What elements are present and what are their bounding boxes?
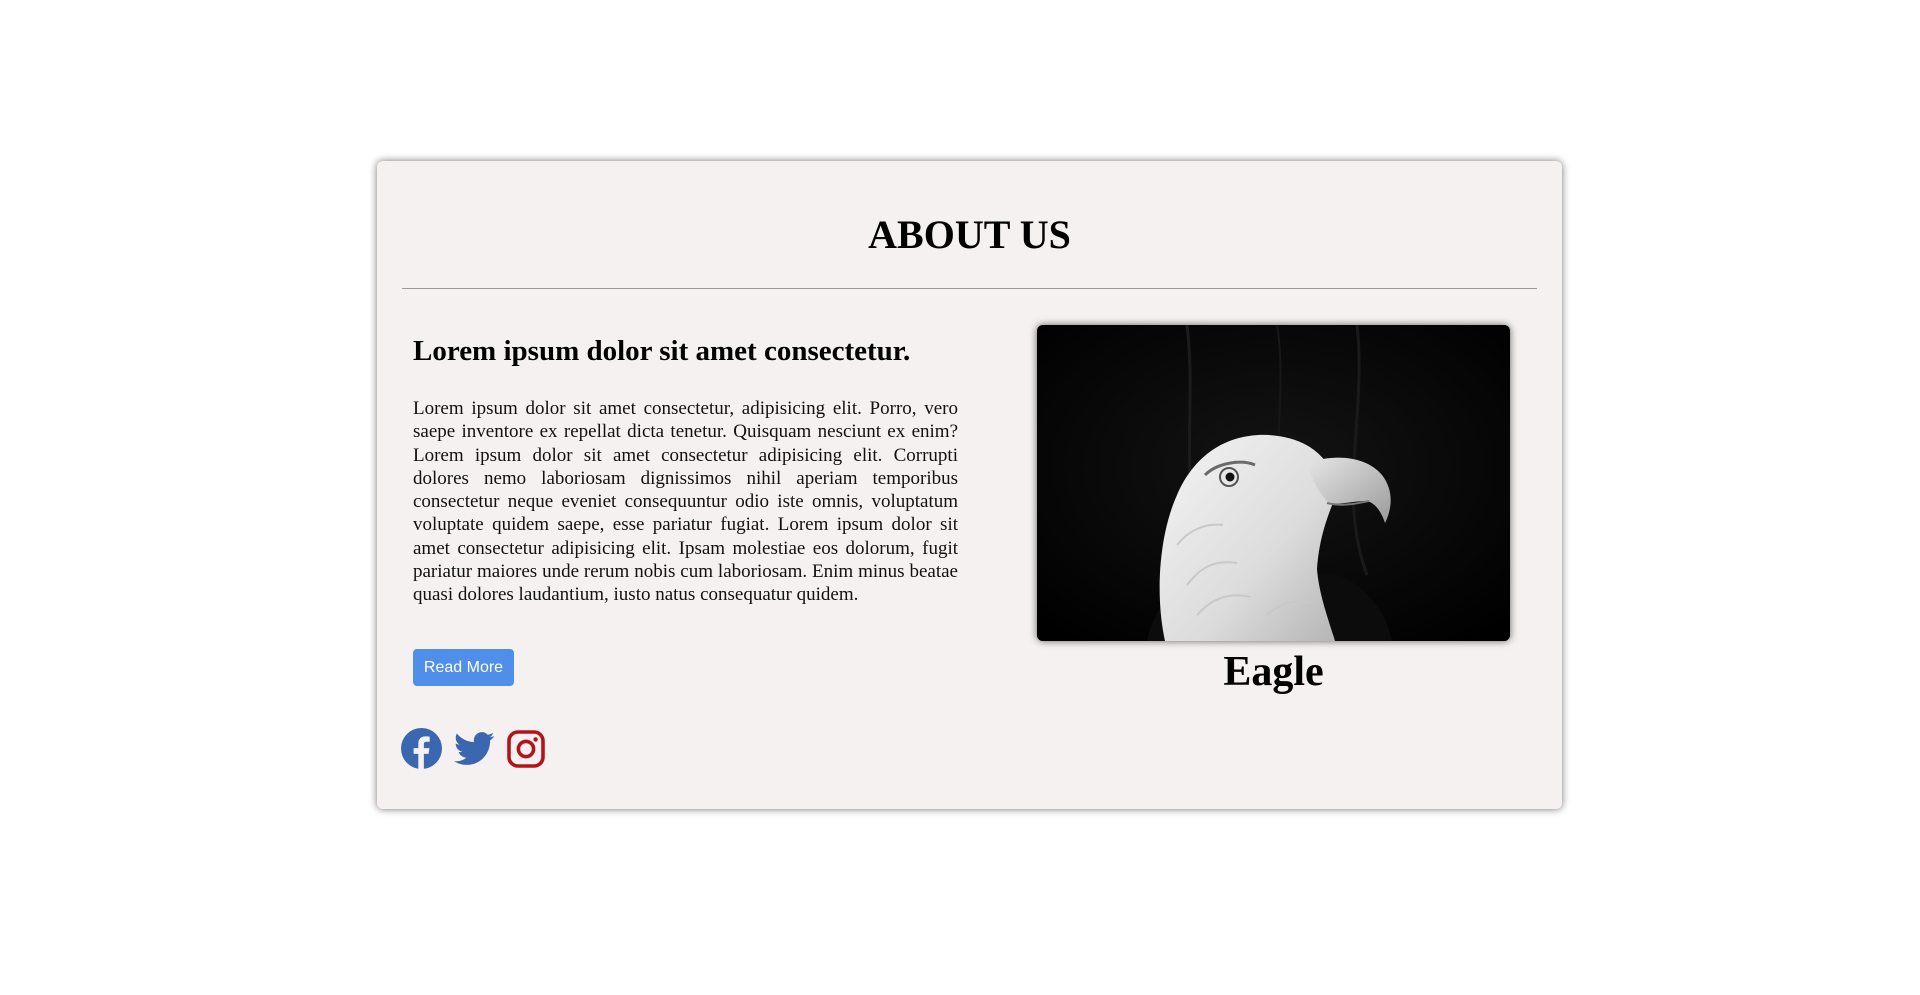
eagle-image: [1037, 325, 1510, 641]
social-links: [401, 728, 545, 769]
facebook-icon: [401, 728, 442, 769]
divider: [402, 288, 1537, 289]
twitter-icon: [454, 731, 495, 765]
read-more-button[interactable]: Read More: [413, 649, 514, 686]
twitter-link[interactable]: [454, 731, 495, 767]
about-card: ABOUT US Lorem ipsum dolor sit amet cons…: [377, 161, 1562, 809]
instagram-link[interactable]: [507, 729, 545, 768]
eagle-illustration: [1037, 325, 1510, 641]
image-caption: Eagle: [1223, 649, 1324, 695]
instagram-icon: [507, 729, 545, 768]
section-heading: Lorem ipsum dolor sit amet consectetur.: [413, 335, 911, 367]
about-paragraph: Lorem ipsum dolor sit amet consectetur, …: [413, 398, 958, 606]
facebook-link[interactable]: [401, 728, 442, 769]
page-title: ABOUT US: [868, 212, 1071, 257]
